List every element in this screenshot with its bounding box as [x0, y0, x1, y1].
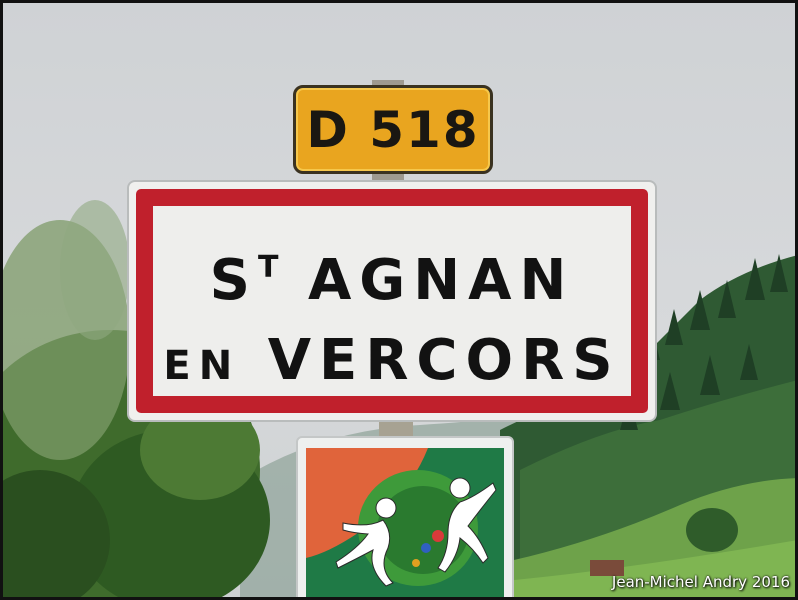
park-logo [306, 448, 504, 600]
town-name-line-2: EN VERCORS [153, 328, 631, 393]
town-name-prefix: S [209, 248, 258, 313]
bush [686, 508, 738, 552]
town-name-sign-border: ST AGNAN EN VERCORS [136, 189, 648, 413]
town-name: AGNAN [307, 248, 575, 313]
town-name-sign: ST AGNAN EN VERCORS [127, 180, 657, 422]
town-name-superscript: T [257, 250, 281, 285]
town-name-region: VERCORS [267, 328, 621, 393]
town-name-connector: EN [163, 343, 241, 389]
route-number-sign: D 518 [293, 85, 493, 174]
town-name-line-1: ST AGNAN [153, 248, 631, 313]
route-number: D 518 [306, 100, 480, 159]
park-logo-sign [296, 436, 514, 600]
photo-credit: Jean-Michel Andry 2016 [611, 573, 790, 591]
photo: D 518 ST AGNAN EN VERCORS Jean-Michel An… [0, 0, 798, 600]
